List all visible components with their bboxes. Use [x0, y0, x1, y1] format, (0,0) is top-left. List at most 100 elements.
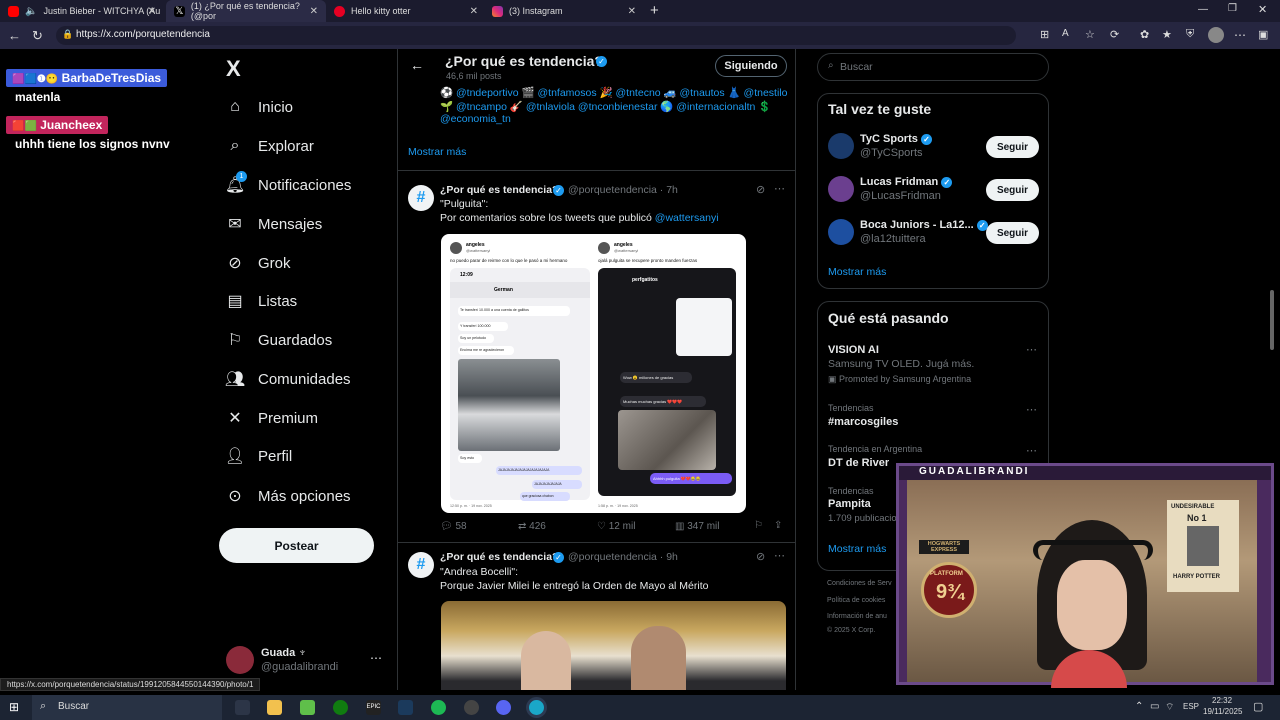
tweet-author[interactable]: ¿Por qué es tendencia? [440, 184, 558, 196]
new-tab-icon[interactable]: + [650, 2, 659, 19]
account-name[interactable]: Guada ♆ [261, 647, 307, 659]
follow-button[interactable]: Seguir [986, 136, 1039, 158]
trend-more-icon[interactable]: ⋯ [1026, 343, 1038, 356]
retweet-button[interactable]: ⇄ 426 [518, 521, 546, 532]
back-icon[interactable]: ← [8, 28, 21, 43]
edge-icon[interactable] [529, 700, 544, 715]
nav-item-inicio[interactable]: ⌂ Inicio [226, 95, 293, 119]
xbox-icon[interactable] [333, 700, 348, 715]
minecraft-icon[interactable] [300, 700, 315, 715]
nav-item-guardados[interactable]: ⚐ Guardados [226, 328, 332, 352]
like-button[interactable]: ♡ 12 mil [597, 521, 635, 532]
reply-button[interactable]: 💬︎ 58 [440, 521, 467, 532]
clock-date[interactable]: 19/11/2025 [1203, 707, 1242, 716]
avatar[interactable] [226, 646, 254, 674]
page-scrollbar[interactable] [1270, 290, 1274, 350]
grok-icon[interactable]: ⊘ [756, 550, 765, 563]
more-icon[interactable]: ⋯ [774, 549, 785, 562]
tweet-author[interactable]: ¿Por qué es tendencia? [440, 551, 558, 563]
trend-title[interactable]: DT de River [828, 457, 889, 469]
following-button[interactable]: Siguiendo [715, 55, 787, 77]
mention-link[interactable]: @wattersanyi [655, 212, 719, 224]
nav-item-notificaciones[interactable]: 🔔︎ 1 Notificaciones [225, 171, 351, 197]
tab-x[interactable]: 𝕏 (1) ¿Por qué es tendencia? (@por ✕ [166, 0, 326, 22]
search-input[interactable]: ⌕ Buscar [817, 53, 1049, 81]
nav-item-grok[interactable]: ⊘ Grok [226, 251, 290, 275]
nav-item-mensajes[interactable]: ✉ Mensajes [226, 212, 322, 236]
clock-time[interactable]: 22:32 [1212, 696, 1232, 705]
obs-icon[interactable] [464, 700, 479, 715]
trend-title[interactable]: Pampita [828, 498, 871, 510]
avatar[interactable]: # [408, 185, 434, 211]
nav-item-listas[interactable]: ▤ Listas [226, 289, 297, 313]
epic-games-icon[interactable]: EPIC [366, 700, 381, 715]
tweet-image[interactable]: angeles @wattersanyi no puedo parar de r… [441, 234, 746, 513]
footer-link[interactable]: Condiciones de Serv [827, 580, 892, 587]
avatar[interactable]: # [408, 552, 434, 578]
show-more-link[interactable]: Mostrar más [828, 543, 886, 555]
notification-center-icon[interactable]: ▢ [1253, 700, 1263, 713]
url-field[interactable]: 🔒 https://x.com/porquetendencia [56, 26, 1016, 45]
apps-icon[interactable]: ⊞ [1040, 28, 1049, 41]
tab-instagram[interactable]: (3) Instagram ✕ [484, 0, 644, 22]
close-window-icon[interactable]: ✕ [1258, 3, 1267, 16]
show-more-link[interactable]: Mostrar más [408, 146, 466, 158]
follow-button[interactable]: Seguir [986, 222, 1039, 244]
trend-more-icon[interactable]: ⋯ [1026, 444, 1038, 457]
tweet-handle[interactable]: @porquetendencia · 9h [568, 551, 678, 563]
taskbar-search[interactable]: ⌕ Buscar [32, 695, 222, 720]
share-icon[interactable]: ⇪ [774, 520, 782, 531]
reload-icon[interactable]: ↻ [32, 28, 43, 44]
bookmark-icon[interactable]: ⚐ [754, 520, 763, 531]
tray-network-icon[interactable]: ▭ [1150, 701, 1159, 712]
refresh-icon[interactable]: ⟳ [1110, 28, 1119, 41]
x-logo[interactable]: X [226, 56, 241, 82]
close-tab-icon[interactable]: ✕ [628, 6, 636, 17]
tweet-handle[interactable]: @porquetendencia · 7h [568, 184, 678, 196]
wifi-icon[interactable]: ⌔ [1165, 701, 1174, 714]
bio-line[interactable]: @economia_tn [440, 113, 511, 125]
nav-item-perfil[interactable]: 👤︎ Perfil [225, 444, 292, 468]
discord-icon[interactable] [496, 700, 511, 715]
windows-start-icon[interactable]: ⊞ [9, 700, 19, 714]
steam-icon[interactable] [398, 700, 413, 715]
maximize-icon[interactable]: ❐ [1228, 3, 1237, 14]
close-tab-icon[interactable]: ✕ [470, 6, 478, 17]
account-menu-icon[interactable]: ⋯ [370, 651, 382, 665]
back-arrow-icon[interactable]: ← [410, 57, 424, 73]
nav-item-premium[interactable]: ✕ Premium [226, 406, 318, 430]
tweet-image[interactable] [441, 601, 786, 690]
bio-line[interactable]: 🌱 @tncampo 🎸 @tnlaviola @tnconbienestar … [440, 100, 771, 113]
nav-item-explorar[interactable]: ⌕ Explorar [226, 134, 314, 158]
nav-item-mas-opciones[interactable]: ⊙ Más opciones [226, 484, 350, 508]
profile-avatar[interactable] [1208, 27, 1224, 43]
show-more-link[interactable]: Mostrar más [828, 266, 886, 278]
nav-item-comunidades[interactable]: 👥︎ Comunidades [225, 367, 351, 391]
favorites-icon[interactable]: ★ [1162, 28, 1172, 41]
close-tab-icon[interactable]: ✕ [310, 6, 318, 17]
minimize-icon[interactable]: — [1198, 4, 1208, 15]
extensions-icon[interactable]: ✿ [1140, 28, 1149, 41]
tweet[interactable]: # ¿Por qué es tendencia? ✓ @porquetenden… [398, 543, 795, 690]
file-explorer-icon[interactable] [267, 700, 282, 715]
read-aloud-icon[interactable]: A [1062, 28, 1069, 39]
footer-link[interactable]: Política de cookies [827, 597, 885, 604]
follow-button[interactable]: Seguir [986, 179, 1039, 201]
favorite-star-icon[interactable]: ☆ [1085, 28, 1095, 41]
tweet[interactable]: # ¿Por qué es tendencia? ✓ @porquetenden… [398, 171, 795, 543]
trend-title[interactable]: #marcosgiles [828, 416, 898, 428]
speaker-icon[interactable]: 🔈 [25, 6, 37, 17]
sidebar-toggle-icon[interactable]: ▣ [1258, 28, 1268, 41]
grok-icon[interactable]: ⊘ [756, 183, 765, 196]
more-icon[interactable]: ⋯ [774, 182, 785, 195]
footer-link[interactable]: Información de anu [827, 613, 887, 620]
tab-youtube[interactable]: 🔈 Justin Bieber - WITCHYA (Au ✕ [0, 0, 164, 22]
shield-icon[interactable]: ⛨ [1186, 28, 1194, 41]
views-button[interactable]: ▥ 347 mil [675, 521, 719, 532]
post-button[interactable]: Postear [219, 528, 374, 563]
language-indicator[interactable]: ESP [1183, 702, 1199, 711]
close-tab-icon[interactable]: ✕ [148, 6, 156, 17]
tray-arrow-icon[interactable]: ⌃ [1135, 701, 1143, 712]
spotify-icon[interactable] [431, 700, 446, 715]
trend-more-icon[interactable]: ⋯ [1026, 403, 1038, 416]
